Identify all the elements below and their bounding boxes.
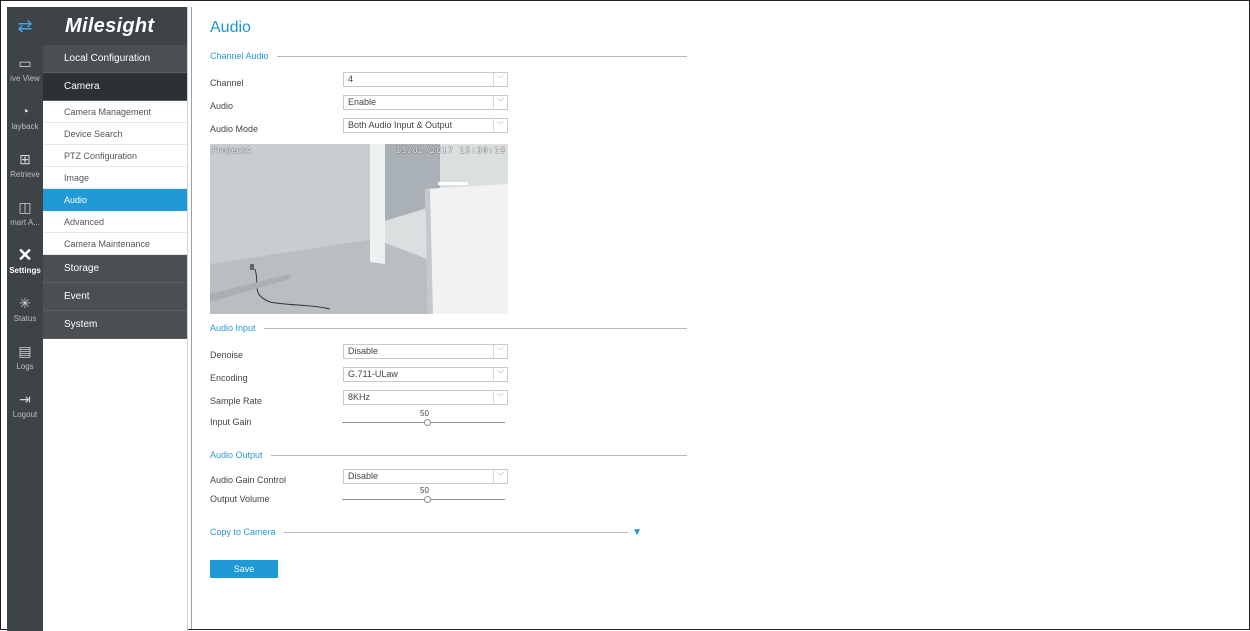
section-divider xyxy=(270,454,687,456)
audio-value: Enable xyxy=(348,97,377,107)
rail-item-logs[interactable]: ▤ Logs xyxy=(7,333,43,381)
channel-value: 4 xyxy=(348,74,354,84)
denoise-select[interactable]: Disable ﹀ xyxy=(343,344,508,359)
save-button[interactable]: Save xyxy=(210,560,278,578)
toggle-menu-icon[interactable]: ⇄ xyxy=(7,7,43,45)
rail-item-label: Status xyxy=(13,314,37,323)
caret-down-icon[interactable]: ▼ xyxy=(632,527,642,538)
audio-mode-value: Both Audio Input & Output xyxy=(348,120,453,130)
app-window: ⇄ ▭ ive View ◔ layback ⊞ Retrieve ◫ mart A..… xyxy=(0,0,1250,631)
rail-item-label: Logs xyxy=(16,362,34,371)
rail-item-label: ive View xyxy=(10,74,40,83)
section-label: Audio Output xyxy=(210,450,263,460)
menu-system[interactable]: System xyxy=(43,311,187,339)
chevron-down-icon: ﹀ xyxy=(493,368,507,381)
menu-ptz-configuration[interactable]: PTZ Configuration xyxy=(43,145,187,167)
chevron-down-icon: ﹀ xyxy=(493,96,507,109)
smart-analysis-icon: ◫ xyxy=(18,199,32,215)
slider-handle[interactable] xyxy=(424,419,431,426)
input-gain-value: 50 xyxy=(420,409,429,418)
status-icon: ✳ xyxy=(19,295,31,311)
logo-text: Milesight xyxy=(65,14,155,37)
encoding-select[interactable]: G.711-ULaw ﹀ xyxy=(343,367,508,382)
rail-item-logout[interactable]: ⇥ Logout xyxy=(7,381,43,429)
menu-audio[interactable]: Audio xyxy=(43,189,187,211)
rail-item-label: Settings xyxy=(9,266,41,275)
chevron-down-icon: ﹀ xyxy=(493,119,507,132)
milesight-logo: Milesight xyxy=(43,7,187,45)
slider-handle[interactable] xyxy=(424,496,431,503)
audio-mode-select[interactable]: Both Audio Input & Output ﹀ xyxy=(343,118,508,133)
section-audio-input: Audio Input xyxy=(210,321,687,335)
menu-device-search[interactable]: Device Search xyxy=(43,123,187,145)
copy-to-camera-label: Copy to Camera xyxy=(210,527,276,537)
encoding-label: Encoding xyxy=(210,373,248,383)
main-content: Audio Channel Audio Channel 4 ﹀ Audio Ena… xyxy=(191,7,1249,629)
logs-icon: ▤ xyxy=(18,343,32,359)
section-label: Audio Input xyxy=(210,323,256,333)
audio-gain-control-value: Disable xyxy=(348,471,379,481)
preview-time-overlay: 13/02/2017 15:30:19 xyxy=(395,146,506,155)
copy-to-camera-toggle[interactable]: Copy to Camera ▼ xyxy=(210,525,642,539)
menu-camera[interactable]: Camera xyxy=(43,73,187,101)
sample-rate-select[interactable]: 8KHz ﹀ xyxy=(343,390,508,405)
rail-item-settings[interactable]: ✕ Settings xyxy=(7,237,43,285)
section-divider xyxy=(263,327,687,329)
menu-advanced[interactable]: Advanced xyxy=(43,211,187,233)
audio-gain-control-label: Audio Gain Control xyxy=(210,475,287,485)
input-gain-slider[interactable]: 50 xyxy=(342,409,505,427)
menu-event[interactable]: Event xyxy=(43,283,187,311)
rail-item-playback[interactable]: ◔ layback xyxy=(7,93,43,141)
channel-select[interactable]: 4 ﹀ xyxy=(343,72,508,87)
menu-storage[interactable]: Storage xyxy=(43,255,187,283)
channel-label: Channel xyxy=(210,78,244,88)
preview-name-overlay: ProjectA xyxy=(212,146,251,155)
section-divider xyxy=(283,531,629,533)
output-volume-slider[interactable]: 50 xyxy=(342,486,505,504)
retrieve-icon: ⊞ xyxy=(19,151,31,167)
icon-rail: ⇄ ▭ ive View ◔ layback ⊞ Retrieve ◫ mart A..… xyxy=(7,7,43,631)
sample-rate-value: 8KHz xyxy=(348,392,371,402)
section-audio-output: Audio Output xyxy=(210,448,687,462)
playback-icon: ◔ xyxy=(20,103,30,119)
menu-camera-maintenance[interactable]: Camera Maintenance xyxy=(43,233,187,255)
rail-item-retrieve[interactable]: ⊞ Retrieve xyxy=(7,141,43,189)
output-volume-value: 50 xyxy=(420,486,429,495)
chevron-down-icon: ﹀ xyxy=(493,73,507,86)
rail-item-smart-analysis[interactable]: ◫ mart A... xyxy=(7,189,43,237)
logout-icon: ⇥ xyxy=(19,391,31,407)
denoise-value: Disable xyxy=(348,346,379,356)
rail-item-label: Logout xyxy=(12,410,38,419)
section-divider xyxy=(276,55,687,57)
live-view-icon: ▭ xyxy=(18,55,32,71)
menu-local-configuration[interactable]: Local Configuration xyxy=(43,45,187,73)
rail-item-label: layback xyxy=(11,122,39,131)
section-label: Channel Audio xyxy=(210,51,269,61)
rail-item-label: mart A... xyxy=(10,218,40,227)
chevron-down-icon: ﹀ xyxy=(493,391,507,404)
denoise-label: Denoise xyxy=(210,350,244,360)
audio-label: Audio xyxy=(210,101,234,111)
page-title: Audio xyxy=(210,19,251,36)
menu-image[interactable]: Image xyxy=(43,167,187,189)
chevron-down-icon: ﹀ xyxy=(493,470,507,483)
rail-item-live-view[interactable]: ▭ ive View xyxy=(7,45,43,93)
settings-menu: Milesight Local Configuration Camera Cam… xyxy=(43,7,188,631)
audio-mode-label: Audio Mode xyxy=(210,124,259,134)
camera-scene xyxy=(210,144,508,314)
rail-item-status[interactable]: ✳ Status xyxy=(7,285,43,333)
audio-gain-control-select[interactable]: Disable ﹀ xyxy=(343,469,508,484)
rail-item-label: Retrieve xyxy=(10,170,40,179)
menu-camera-management[interactable]: Camera Management xyxy=(43,101,187,123)
output-volume-label: Output Volume xyxy=(210,494,270,504)
encoding-value: G.711-ULaw xyxy=(348,369,398,379)
sample-rate-label: Sample Rate xyxy=(210,396,263,406)
section-channel-audio: Channel Audio xyxy=(210,49,687,63)
input-gain-label: Input Gain xyxy=(210,417,252,427)
settings-icon: ✕ xyxy=(17,245,33,265)
camera-preview: ProjectA 13/02/2017 15:30:19 xyxy=(210,144,508,314)
audio-select[interactable]: Enable ﹀ xyxy=(343,95,508,110)
chevron-down-icon: ﹀ xyxy=(493,345,507,358)
